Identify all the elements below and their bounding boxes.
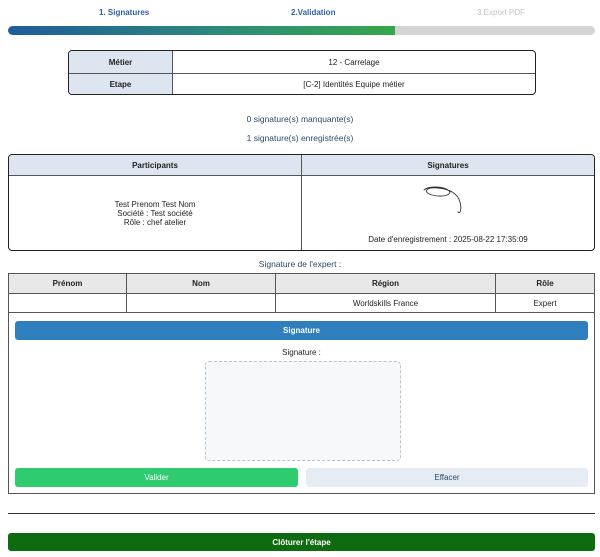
progress-fill: [8, 26, 396, 35]
participants-column-header: Participants: [9, 155, 302, 175]
participant-row: Test Prenom Test Nom Société : Test soci…: [9, 176, 594, 250]
metier-etape-table: Métier 12 - Carrelage Etape [C-2] Identi…: [68, 50, 536, 95]
expert-nom: [127, 294, 276, 312]
signature-date: Date d'enregistrement : 2025-08-22 17:35…: [368, 235, 528, 244]
signature-section-button[interactable]: Signature: [15, 321, 588, 340]
validate-button[interactable]: Valider: [15, 468, 298, 487]
participants-table: Participants Signatures Test Prenom Test…: [8, 154, 595, 251]
participant-signature-cell: Date d'enregistrement : 2025-08-22 17:35…: [302, 176, 594, 250]
header-region: Région: [276, 274, 496, 293]
expert-signature-panel: Signature Signature : Valider Effacer: [8, 313, 595, 494]
progress-bar: [8, 26, 595, 35]
step-validation[interactable]: 2.Validation: [291, 8, 335, 17]
etape-row: Etape [C-2] Identités Equipe métier: [69, 73, 535, 94]
signature-pad-label: Signature :: [282, 348, 321, 357]
step-export-pdf: 3.Export PDF: [477, 8, 526, 17]
etape-label: Etape: [69, 74, 173, 94]
signature-pad[interactable]: [205, 361, 401, 461]
header-role: Rôle: [536, 279, 554, 288]
metier-row: Métier 12 - Carrelage: [69, 51, 535, 73]
expert-role: Expert: [533, 298, 557, 308]
recorded-signatures-count: 1 signature(s) enregistrée(s): [246, 133, 354, 143]
metier-value: 12 - Carrelage: [328, 57, 380, 67]
divider: [8, 513, 595, 514]
participant-info-cell: Test Prenom Test Nom Société : Test soci…: [9, 176, 302, 250]
expert-region: Worldskills France: [276, 294, 496, 312]
signatures-column-header: Signatures: [427, 160, 469, 170]
participant-company: Société : Test société: [117, 208, 193, 218]
stepper: 1. Signatures 2.Validation 3.Export PDF: [0, 8, 600, 20]
missing-signatures-count: 0 signature(s) manquante(s): [246, 114, 354, 124]
etape-value: [C-2] Identités Equipe métier: [303, 80, 405, 89]
clear-button[interactable]: Effacer: [306, 468, 588, 487]
participants-table-header: Participants Signatures: [9, 155, 594, 176]
close-step-button[interactable]: Clôturer l'étape: [8, 533, 595, 551]
header-nom: Nom: [127, 274, 276, 293]
participant-role: Rôle : chef atelier: [123, 217, 187, 227]
expert-table: Prénom Nom Région Rôle Worldskills Franc…: [8, 273, 595, 313]
expert-table-header: Prénom Nom Région Rôle: [9, 274, 594, 293]
expert-table-row: Worldskills France Expert: [9, 293, 594, 312]
expert-prenom: [9, 294, 127, 312]
header-prenom: Prénom: [9, 274, 127, 293]
participant-name: Test Prenom Test Nom: [114, 199, 196, 209]
metier-label: Métier: [69, 51, 173, 73]
step-signatures[interactable]: 1. Signatures: [99, 8, 149, 17]
signature-image: [423, 186, 462, 213]
expert-signature-title: Signature de l'expert :: [258, 259, 342, 269]
